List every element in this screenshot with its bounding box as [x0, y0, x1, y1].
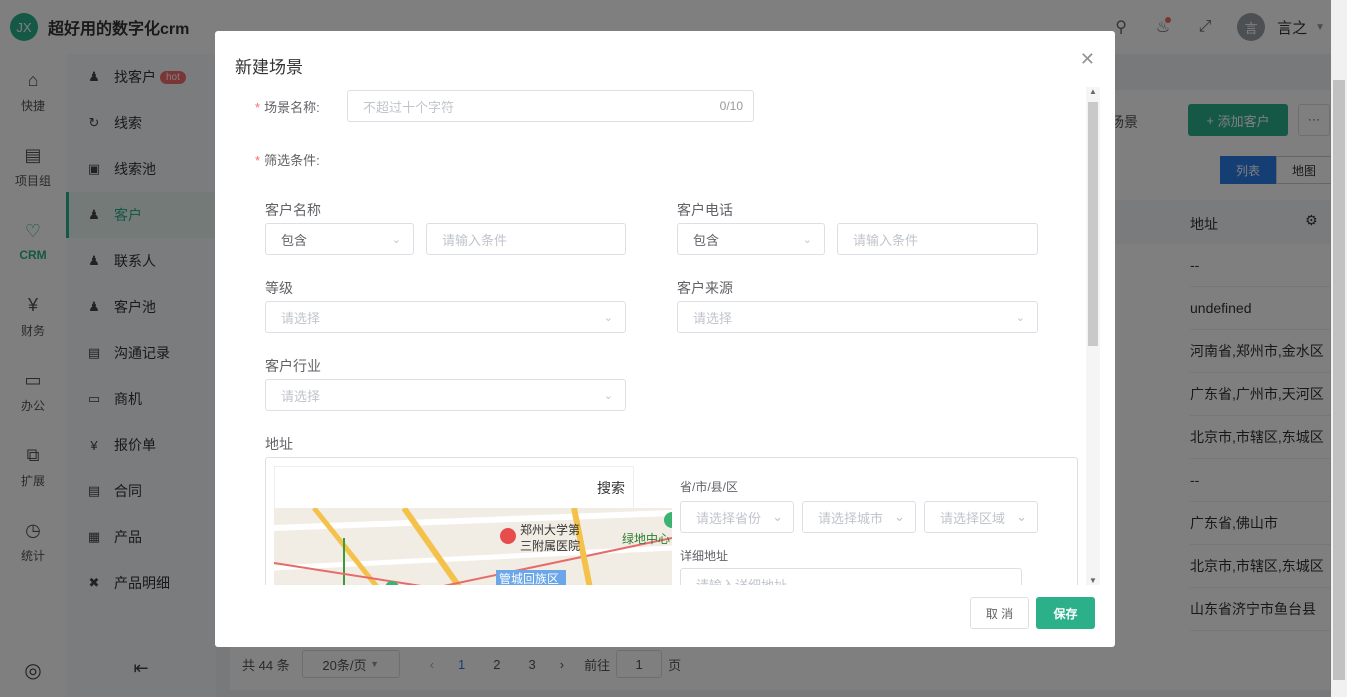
map-label: 绿地中心	[622, 531, 670, 546]
dialog-title: 新建场景	[235, 58, 303, 77]
hospital-marker	[500, 528, 516, 544]
chevron-down-icon: ⌄	[894, 509, 905, 524]
industry-select[interactable]: 请选择 ⌄	[265, 379, 626, 411]
customer-name-operator-select[interactable]: 包含 ⌄	[265, 223, 414, 255]
dialog-body: * 场景名称: 不超过十个字符 0/10 * 筛选条件: 客户名称 包含 ⌄ 请输入条件…	[215, 87, 1115, 585]
province-placeholder: 请选择省份	[696, 510, 762, 526]
chevron-down-icon: ⌄	[772, 509, 783, 524]
address-label: 地址	[265, 436, 293, 452]
customer-name-label: 客户名称	[265, 202, 321, 218]
detail-address-input[interactable]: 请输入详细地址	[680, 568, 1022, 585]
scene-name-label: * 场景名称:	[255, 97, 320, 116]
industry-label: 客户行业	[265, 358, 321, 374]
map-canvas: 郑州大学第 三附属医院 绿地中心 管城回族区	[274, 508, 672, 585]
filter-label-text: 筛选条件:	[264, 153, 320, 168]
select-placeholder: 请选择	[281, 388, 321, 404]
source-select[interactable]: 请选择 ⌄	[677, 301, 1038, 333]
input-placeholder: 请输入条件	[442, 232, 508, 248]
customer-phone-label: 客户电话	[677, 202, 733, 218]
select-placeholder: 请选择	[281, 310, 321, 326]
dialog-scrollbar-thumb[interactable]	[1088, 102, 1098, 346]
chevron-down-icon: ⌄	[802, 233, 812, 246]
required-mark: *	[255, 153, 261, 168]
chevron-down-icon: ⌄	[603, 389, 613, 402]
filter-label: * 筛选条件:	[255, 150, 320, 169]
chevron-down-icon: ⌄	[603, 311, 613, 324]
city-placeholder: 请选择城市	[818, 510, 884, 526]
scene-name-placeholder: 不超过十个字符	[363, 99, 455, 115]
close-icon[interactable]: ✕	[1080, 49, 1095, 70]
customer-phone-operator-select[interactable]: 包含 ⌄	[677, 223, 825, 255]
chevron-down-icon: ⌄	[1016, 509, 1027, 524]
city-select[interactable]: 请选择城市 ⌄	[802, 501, 916, 533]
level-label: 等级	[265, 280, 293, 296]
level-select[interactable]: 请选择 ⌄	[265, 301, 626, 333]
operator-value: 包含	[281, 232, 308, 248]
scrollbar-thumb[interactable]	[1333, 80, 1345, 680]
map-search-button[interactable]: 搜索	[597, 478, 625, 498]
input-placeholder: 请输入条件	[853, 232, 919, 248]
district-placeholder: 请选择区域	[940, 510, 1006, 526]
scroll-down-icon[interactable]: ▼	[1089, 576, 1097, 585]
save-button[interactable]: 保存	[1036, 597, 1095, 629]
select-placeholder: 请选择	[693, 310, 733, 326]
char-counter: 0/10	[719, 99, 743, 113]
new-scene-dialog: 新建场景 ✕ * 场景名称: 不超过十个字符 0/10 * 筛选条件: 客户名称 包含…	[215, 31, 1115, 647]
scene-name-input[interactable]: 不超过十个字符 0/10	[347, 90, 754, 122]
map-search-bar[interactable]: 搜索	[274, 466, 634, 510]
dialog-scrollbar[interactable]: ▲ ▼	[1086, 87, 1100, 585]
detail-address-label: 详细地址	[680, 549, 729, 563]
address-picker: 搜索 郑州大学第 三附属医院 绿地中心 管城回族区 省/市/县/区 请选择省份 …	[265, 457, 1078, 585]
province-select[interactable]: 请选择省份 ⌄	[680, 501, 794, 533]
scene-name-label-text: 场景名称:	[264, 100, 320, 115]
scroll-up-icon[interactable]: ▲	[1089, 87, 1097, 96]
required-mark: *	[255, 100, 261, 115]
map-view[interactable]: 郑州大学第 三附属医院 绿地中心 管城回族区	[274, 508, 672, 585]
customer-phone-input[interactable]: 请输入条件	[837, 223, 1038, 255]
map-label: 郑州大学第	[520, 522, 580, 537]
dialog-footer: 取 消 保存	[215, 587, 1115, 647]
operator-value: 包含	[693, 232, 720, 248]
region-label: 省/市/县/区	[680, 480, 739, 494]
district-select[interactable]: 请选择区域 ⌄	[924, 501, 1038, 533]
detail-address-placeholder: 请输入详细地址	[696, 577, 788, 586]
chevron-down-icon: ⌄	[391, 233, 401, 246]
customer-name-input[interactable]: 请输入条件	[426, 223, 626, 255]
chevron-down-icon: ⌄	[1015, 311, 1025, 324]
cancel-button[interactable]: 取 消	[970, 597, 1029, 629]
map-label: 三附属医院	[520, 539, 580, 553]
page-scrollbar[interactable]	[1331, 0, 1347, 697]
map-label: 管城回族区	[499, 571, 559, 585]
source-label: 客户来源	[677, 280, 733, 296]
address-form: 省/市/县/区 请选择省份 ⌄ 请选择城市 ⌄ 请选择区域 ⌄ 详细地址 请输入详细地…	[680, 478, 1070, 585]
